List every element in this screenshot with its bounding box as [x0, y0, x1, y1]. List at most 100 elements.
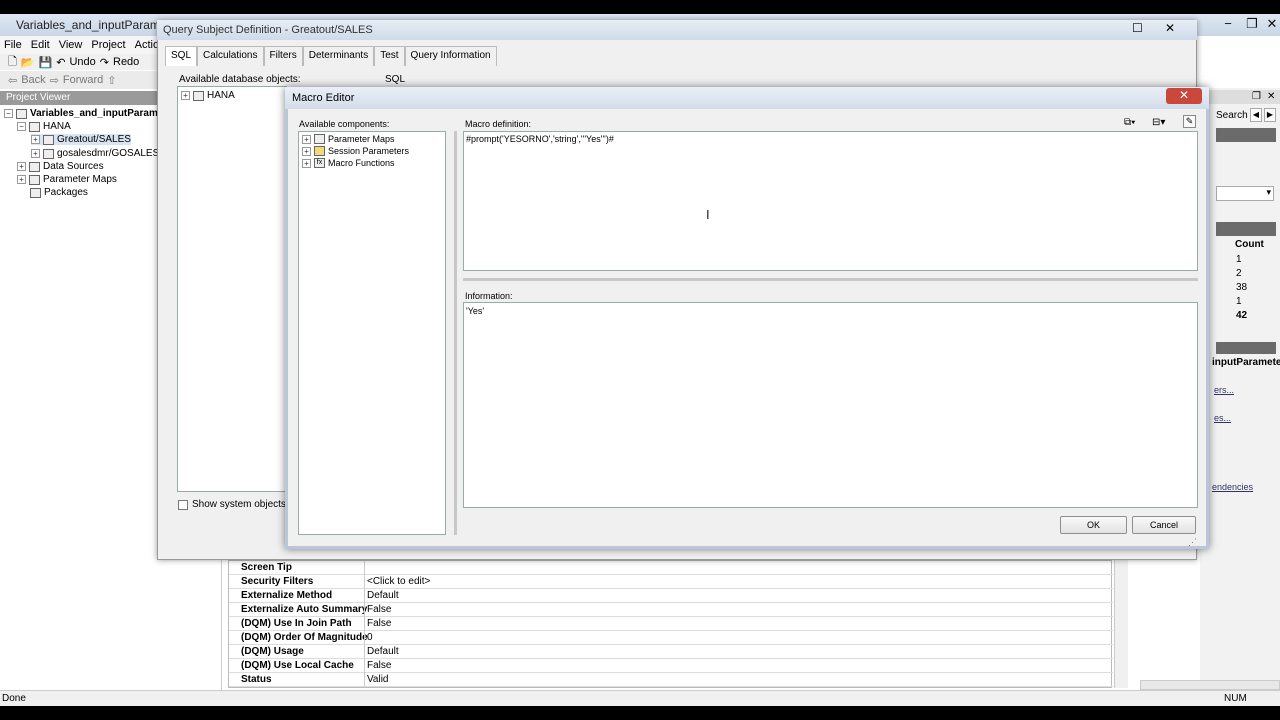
close-pane-icon[interactable]: ✕	[1267, 91, 1275, 102]
back-button[interactable]: Back	[21, 74, 45, 86]
menu-project[interactable]: Project	[91, 39, 125, 51]
project-icon	[16, 108, 27, 119]
menu-view[interactable]: View	[59, 39, 83, 51]
expand-icon[interactable]: +	[302, 146, 311, 156]
folder-icon	[29, 121, 40, 132]
property-row[interactable]: (DQM) Usage Default	[229, 645, 1113, 659]
menu-file[interactable]: File	[4, 39, 22, 51]
collapse-icon[interactable]: −	[17, 122, 26, 131]
params-section-header	[1216, 342, 1276, 354]
ok-button[interactable]: OK	[1060, 516, 1127, 534]
redo-icon[interactable]: ↷	[100, 56, 109, 69]
right-dropdown[interactable]: ▾	[1216, 186, 1274, 201]
splitter[interactable]	[463, 278, 1198, 281]
close-icon[interactable]: ✕	[1165, 21, 1175, 35]
expand-icon[interactable]: +	[181, 91, 190, 100]
information-text: 'Yes'	[466, 306, 485, 316]
right-section-header	[1216, 128, 1276, 142]
splitter[interactable]	[454, 131, 457, 535]
property-row[interactable]: Externalize Method Default	[229, 589, 1113, 603]
expand-icon[interactable]: +	[302, 134, 311, 144]
link-parameters[interactable]: ers...	[1214, 385, 1234, 395]
collapse-icon[interactable]: −	[4, 109, 13, 118]
redo-button[interactable]: Redo	[113, 56, 139, 68]
expand-icon[interactable]: +	[17, 162, 26, 171]
tab-query-information[interactable]: Query Information	[404, 46, 497, 66]
toolbar: 🗋 📂 💾 ↶ Undo ↷ Redo	[0, 54, 160, 70]
property-row[interactable]: (DQM) Use Local Cache False	[229, 659, 1113, 673]
property-row[interactable]: Externalize Auto Summary False	[229, 603, 1113, 617]
folder-icon	[29, 174, 40, 185]
db-node-hana[interactable]: + HANA	[181, 90, 235, 101]
tab-sql[interactable]: SQL	[165, 46, 198, 66]
show-system-objects-checkbox[interactable]	[178, 500, 188, 510]
tab-calculations[interactable]: Calculations	[197, 46, 264, 66]
menu-edit[interactable]: Edit	[31, 39, 50, 51]
right-hscrollbar[interactable]	[1140, 680, 1280, 690]
tab-test[interactable]: Test	[374, 46, 405, 66]
property-row[interactable]: Security Filters <Click to edit>	[229, 575, 1113, 589]
forward-button[interactable]: Forward	[63, 74, 103, 86]
count-value: 1	[1236, 254, 1242, 265]
close-icon[interactable]: ✕	[1166, 88, 1202, 104]
expand-icon[interactable]: +	[31, 149, 40, 158]
property-row[interactable]: (DQM) Order Of Magnitude 0	[229, 631, 1113, 645]
resize-grip-icon[interactable]: ⋰	[1188, 537, 1197, 548]
expand-icon[interactable]: +	[17, 175, 26, 184]
property-row[interactable]: (DQM) Use In Join Path False	[229, 617, 1113, 631]
expand-icon[interactable]: +	[31, 135, 40, 144]
undo-icon[interactable]: ↶	[56, 56, 65, 69]
database-icon	[193, 90, 204, 101]
tree-item-data-sources[interactable]: + Data Sources	[17, 161, 104, 172]
tree-item-gosales[interactable]: + gosalesdmr/GOSALES	[31, 148, 159, 159]
link-values[interactable]: es...	[1214, 413, 1231, 423]
show-system-objects-label: Show system objects	[192, 499, 286, 510]
edit-icon[interactable]: ✎	[1183, 115, 1196, 128]
scroll-left-icon[interactable]: ◀	[1250, 108, 1262, 122]
up-icon[interactable]: ⇧	[107, 74, 116, 87]
available-components-label: Available components:	[299, 119, 390, 129]
restore-icon[interactable]: ❐	[1242, 16, 1262, 34]
component-parameter-maps[interactable]: + Parameter Maps	[302, 134, 395, 144]
cancel-button[interactable]: Cancel	[1132, 516, 1196, 534]
left-pane-bottom	[0, 560, 222, 690]
close-icon[interactable]: ✕	[1262, 16, 1280, 34]
property-row[interactable]: Screen Tip	[229, 561, 1113, 575]
tree-item-parameter-maps[interactable]: + Parameter Maps	[17, 174, 117, 185]
back-icon[interactable]: ⇦	[8, 74, 17, 87]
tree-item-hana[interactable]: − HANA	[17, 121, 71, 132]
tree-item-root[interactable]: − Variables_and_inputParameters	[4, 108, 182, 119]
layout-icon[interactable]: ⊟▾	[1152, 117, 1165, 128]
insert-icon[interactable]: ⧉▾	[1124, 117, 1135, 128]
undo-button[interactable]: Undo	[69, 56, 95, 68]
minimize-icon[interactable]: −	[1218, 16, 1238, 34]
new-icon[interactable]: 🗋	[8, 53, 17, 72]
count-total: 42	[1236, 310, 1248, 321]
link-dependencies[interactable]: endencies	[1212, 482, 1253, 492]
parameter-map-icon	[314, 134, 325, 144]
information-panel: 'Yes'	[463, 302, 1198, 508]
properties-scrollbar[interactable]	[1114, 560, 1128, 688]
tree-item-packages[interactable]: Packages	[30, 187, 88, 198]
property-row[interactable]: Status Valid	[229, 673, 1113, 687]
expand-icon[interactable]: +	[302, 158, 311, 168]
package-icon	[30, 187, 41, 198]
component-macro-functions[interactable]: + fx Macro Functions	[302, 158, 395, 168]
tab-filters[interactable]: Filters	[263, 46, 303, 66]
component-session-parameters[interactable]: + Session Parameters	[302, 146, 409, 156]
open-icon[interactable]: 📂	[21, 56, 35, 69]
restore-pane-icon[interactable]: ❐	[1252, 91, 1261, 102]
macro-editor-title: Macro Editor	[285, 87, 1209, 109]
save-icon[interactable]: 💾	[39, 56, 53, 69]
macro-definition-editor[interactable]: #prompt('YESORNO','string','''Yes''')#	[463, 131, 1198, 271]
forward-icon[interactable]: ⇨	[50, 74, 59, 87]
tab-determinants[interactable]: Determinants	[302, 46, 375, 66]
qsd-tabs: SQL Calculations Filters Determinants Te…	[165, 46, 497, 66]
scroll-right-icon[interactable]: ▶	[1264, 108, 1276, 122]
macro-definition-text[interactable]: #prompt('YESORNO','string','''Yes''')#	[466, 134, 614, 144]
search-tab[interactable]: Search	[1216, 110, 1248, 121]
tree-item-greatout-sales[interactable]: + Greatout/SALES	[31, 134, 131, 145]
maximize-icon[interactable]: ☐	[1132, 21, 1143, 35]
nav-toolbar: ⇦ Back ⇨ Forward ⇧	[0, 71, 160, 89]
properties-grid: Screen Tip Security Filters <Click to edi…	[228, 560, 1113, 688]
